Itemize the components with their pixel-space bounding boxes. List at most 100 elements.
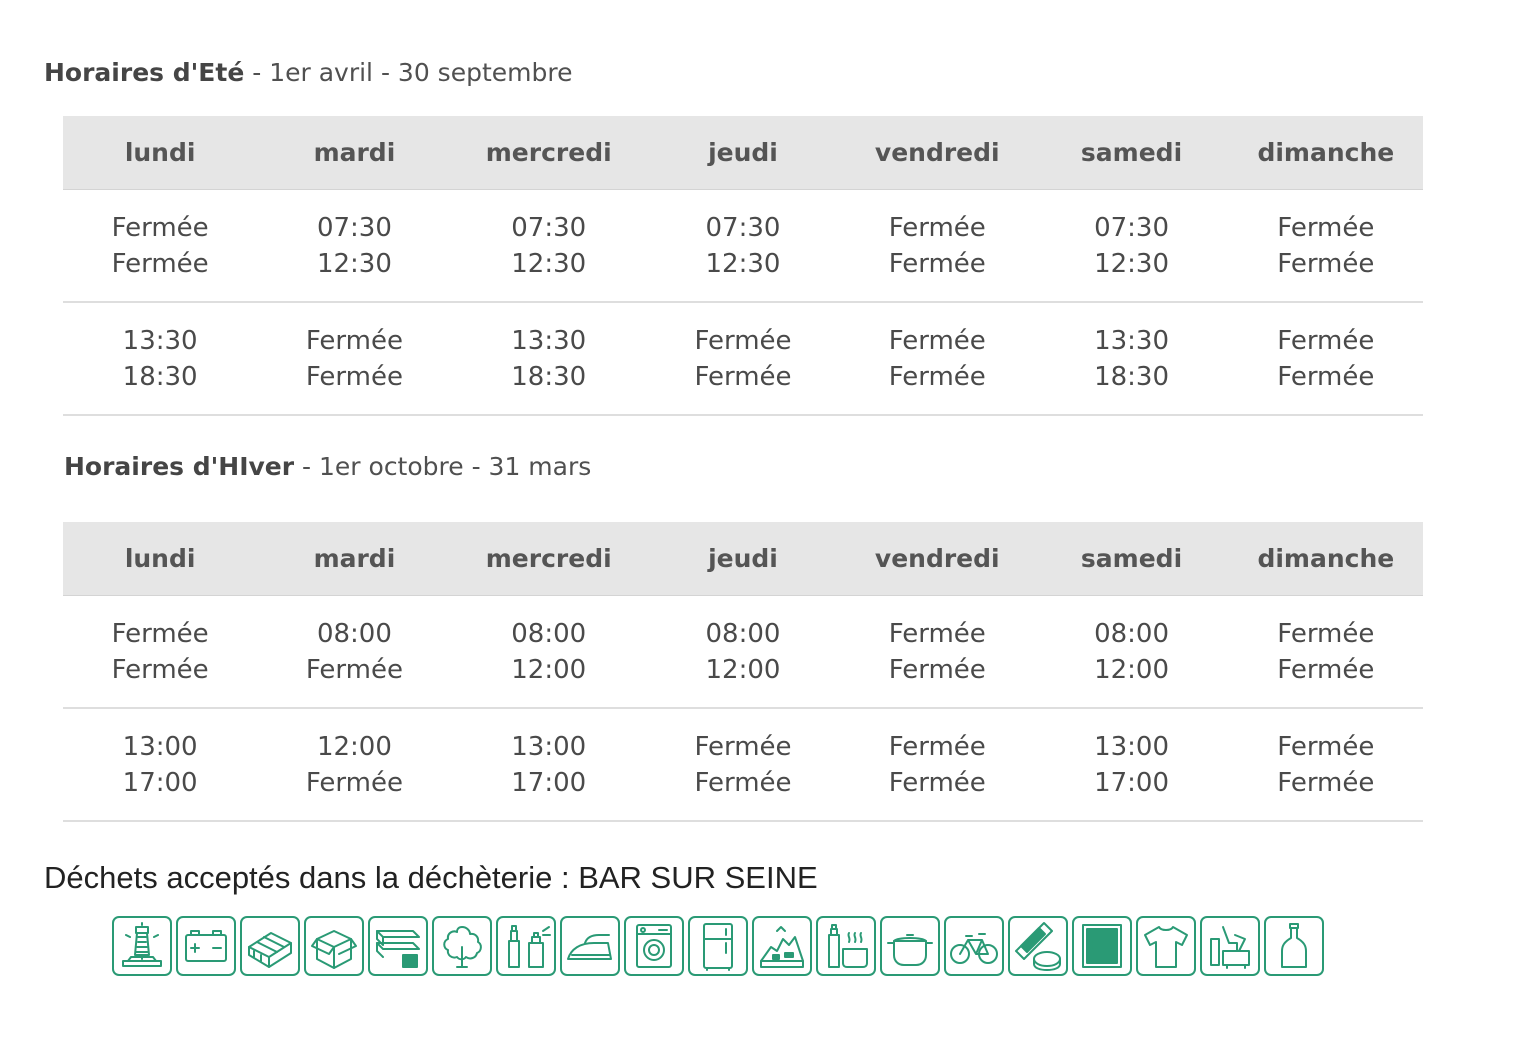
rubble-icon[interactable] (752, 916, 812, 976)
oil-icon[interactable] (816, 916, 876, 976)
hours-cell-samedi: 07:30 12:30 (1034, 189, 1229, 303)
hours-cell-lundi: Fermée Fermée (63, 595, 258, 709)
closing-time: Fermée (888, 654, 986, 685)
hours-cell-lundi: 13:00 17:00 (63, 708, 258, 822)
closing-time: 12:00 (705, 654, 781, 685)
closing-time: Fermée (1277, 361, 1375, 392)
closing-time: Fermée (888, 248, 986, 279)
cardboard-icon[interactable] (304, 916, 364, 976)
opening-time: 07:30 (316, 212, 392, 243)
opening-time: 13:00 (511, 731, 587, 762)
hours-cell-dimanche: Fermée Fermée (1228, 708, 1423, 822)
lamp-icon[interactable] (112, 916, 172, 976)
opening-time: 13:30 (122, 325, 198, 356)
day-header-mardi: mardi (257, 116, 452, 190)
iron-icon[interactable] (560, 916, 620, 976)
hours-cell-dimanche: Fermée Fermée (1228, 189, 1423, 303)
hours-cell-vendredi: Fermée Fermée (840, 595, 1035, 709)
closing-time: Fermée (888, 767, 986, 798)
day-header-vendredi: vendredi (840, 522, 1035, 596)
hours-cell-samedi: 13:00 17:00 (1034, 708, 1229, 822)
opening-time: 13:30 (1094, 325, 1170, 356)
winter-schedule-title: Horaires d'HIver - 1er octobre - 31 mars (64, 452, 591, 481)
hours-cell-mercredi: 07:30 12:30 (451, 189, 646, 303)
winter-period: - 1er octobre - 31 mars (294, 452, 592, 481)
hours-cell-jeudi: 07:30 12:30 (645, 189, 841, 303)
closing-time: 18:30 (1094, 361, 1170, 392)
hours-cell-vendredi: Fermée Fermée (840, 708, 1035, 822)
closing-time: 17:00 (1094, 767, 1170, 798)
opening-time: Fermée (1277, 212, 1375, 243)
closing-time: 12:30 (511, 248, 587, 279)
pallet-icon[interactable] (240, 916, 300, 976)
closing-time: Fermée (305, 767, 403, 798)
hours-cell-mercredi: 08:00 12:00 (451, 595, 646, 709)
furniture-icon[interactable] (1200, 916, 1260, 976)
waste-icon-row (112, 916, 1324, 976)
washing-machine-icon[interactable] (624, 916, 684, 976)
wood-icon[interactable] (368, 916, 428, 976)
battery-icon[interactable] (176, 916, 236, 976)
hours-cell-dimanche: Fermée Fermée (1228, 595, 1423, 709)
table-row: 13:30 18:30 Fermée Fermée 13:30 18:30 Fermée Fe… (63, 302, 1423, 416)
hours-cell-samedi: 08:00 12:00 (1034, 595, 1229, 709)
hours-cell-mardi: 07:30 12:30 (257, 189, 452, 303)
fridge-icon[interactable] (688, 916, 748, 976)
closing-time: 17:00 (511, 767, 587, 798)
opening-time: Fermée (888, 618, 986, 649)
closing-time: Fermée (694, 767, 792, 798)
opening-time: Fermée (111, 618, 209, 649)
day-header-mercredi: mercredi (451, 116, 646, 190)
summer-schedule-title: Horaires d'Eté - 1er avril - 30 septembr… (44, 58, 572, 87)
opening-time: 07:30 (511, 212, 587, 243)
hours-cell-jeudi: Fermée Fermée (645, 708, 841, 822)
table-header-row: lundi mardi mercredi jeudi vendredi samedi dim… (63, 116, 1423, 190)
opening-time: 08:00 (1094, 618, 1170, 649)
closing-time: 18:30 (122, 361, 198, 392)
opening-time: 07:30 (705, 212, 781, 243)
accepted-waste-title: Déchets acceptés dans la déchèterie : BA… (44, 860, 818, 895)
table-row: 13:00 17:00 12:00 Fermée 13:00 17:00 Fermée Fer… (63, 708, 1423, 822)
day-header-lundi: lundi (63, 522, 258, 596)
opening-time: 13:30 (511, 325, 587, 356)
closing-time: Fermée (1277, 767, 1375, 798)
opening-time: 13:00 (122, 731, 198, 762)
day-header-jeudi: jeudi (645, 522, 841, 596)
hours-cell-dimanche: Fermée Fermée (1228, 302, 1423, 416)
hours-cell-lundi: 13:30 18:30 (63, 302, 258, 416)
closing-time: Fermée (888, 361, 986, 392)
textile-icon[interactable] (1136, 916, 1196, 976)
hours-cell-mardi: Fermée Fermée (257, 302, 452, 416)
table-row: Fermée Fermée 08:00 Fermée 08:00 12:00 08:00 12… (63, 595, 1423, 709)
closing-time: Fermée (1277, 248, 1375, 279)
opening-time: 12:00 (316, 731, 392, 762)
day-header-mardi: mardi (257, 522, 452, 596)
opening-time: 07:30 (1094, 212, 1170, 243)
table-header-row: lundi mardi mercredi jeudi vendredi samedi dim… (63, 522, 1423, 596)
paint-icon[interactable] (496, 916, 556, 976)
green-waste-icon[interactable] (432, 916, 492, 976)
closing-time: 12:00 (1094, 654, 1170, 685)
closing-time: Fermée (111, 248, 209, 279)
opening-time: Fermée (888, 325, 986, 356)
opening-time: Fermée (888, 731, 986, 762)
closing-time: 17:00 (122, 767, 198, 798)
opening-time: 08:00 (705, 618, 781, 649)
opening-time: 13:00 (1094, 731, 1170, 762)
bicycle-icon[interactable] (944, 916, 1004, 976)
opening-time: Fermée (111, 212, 209, 243)
day-header-jeudi: jeudi (645, 116, 841, 190)
hazardous-icon[interactable] (1008, 916, 1068, 976)
winter-schedule-table: lundi mardi mercredi jeudi vendredi samedi dim… (63, 522, 1423, 822)
xray-icon[interactable] (1072, 916, 1132, 976)
opening-time: 08:00 (316, 618, 392, 649)
closing-time: 12:30 (1094, 248, 1170, 279)
opening-time: Fermée (694, 731, 792, 762)
closing-time: Fermée (111, 654, 209, 685)
hours-cell-mardi: 08:00 Fermée (257, 595, 452, 709)
summer-title-label: Horaires d'Eté (44, 58, 245, 87)
winter-title-label: Horaires d'HIver (64, 452, 295, 481)
hours-cell-lundi: Fermée Fermée (63, 189, 258, 303)
glass-bottle-icon[interactable] (1264, 916, 1324, 976)
pot-icon[interactable] (880, 916, 940, 976)
